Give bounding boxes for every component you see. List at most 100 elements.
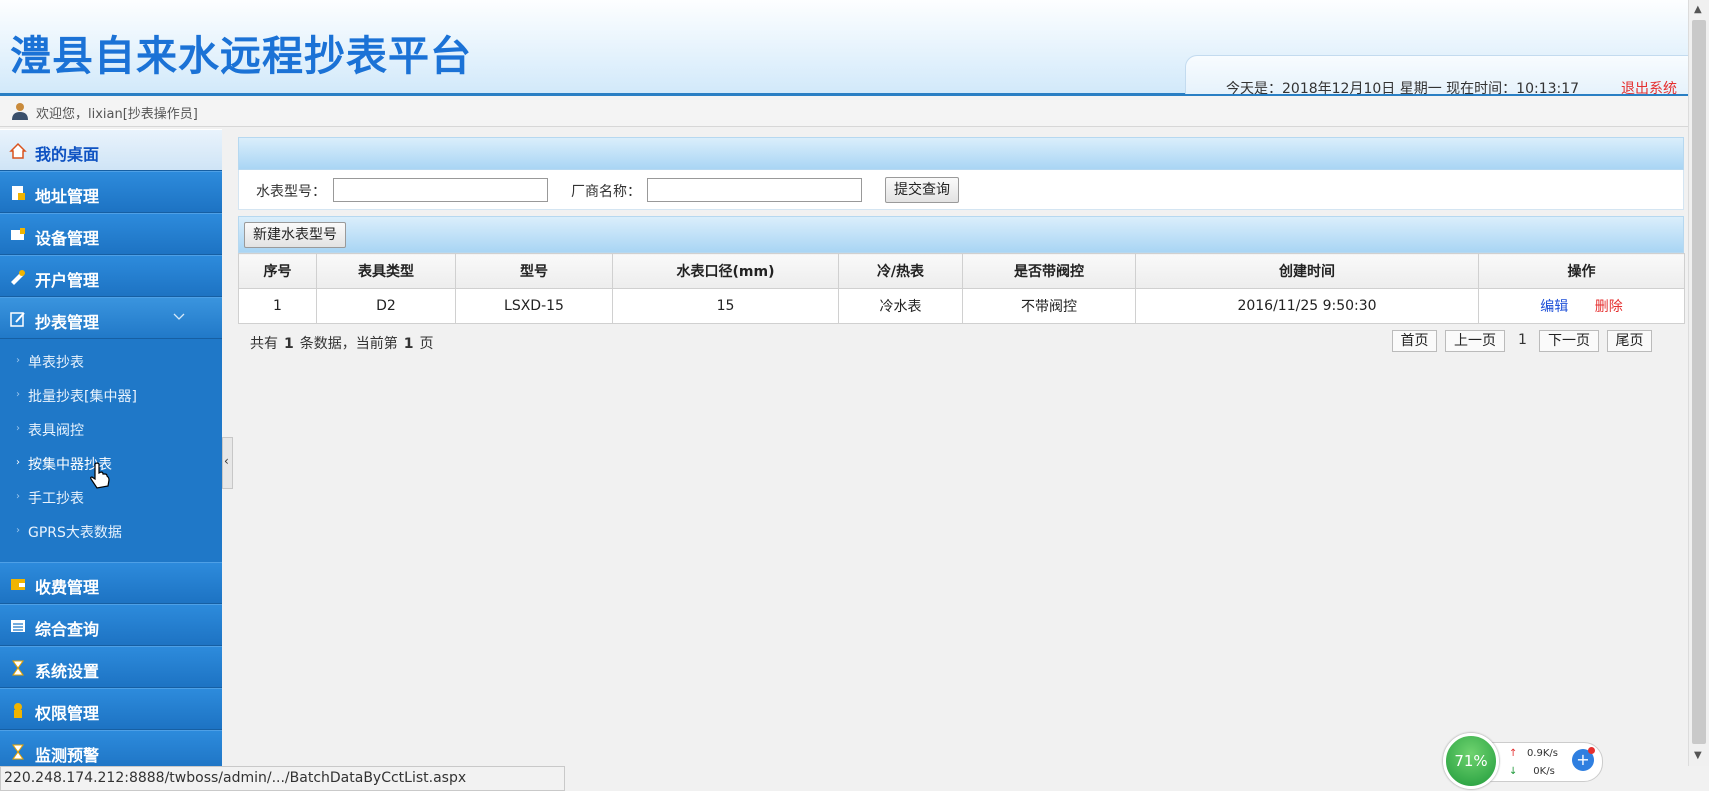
- sidebar-item-monitoring[interactable]: 监测预警: [0, 730, 222, 766]
- cell-index: 1: [238, 288, 317, 324]
- cell-created: 2016/11/25 9:50:30: [1135, 288, 1479, 324]
- last-page-button[interactable]: 尾页: [1607, 330, 1652, 352]
- chevron-right-icon: ›: [16, 457, 20, 468]
- network-monitor-widget[interactable]: 71% ↑ 0.9K/s ↓ 0K/s +: [1443, 733, 1603, 789]
- sidebar-item-devices[interactable]: 设备管理: [0, 213, 222, 255]
- browser-status-bar: 220.248.174.212:8888/twboss/admin/.../Ba…: [0, 766, 565, 791]
- submenu-item-valve[interactable]: › 表具阀控: [0, 413, 222, 445]
- scroll-down-icon[interactable]: ▼: [1694, 750, 1702, 761]
- document-icon: [12, 186, 25, 200]
- sidebar-item-label: 我的桌面: [35, 145, 100, 164]
- column-header: 冷/热表: [838, 253, 963, 289]
- meter-model-table: 序号 表具类型 型号 水表口径(mm) 冷/热表 是否带阀控 创建时间 操作 1…: [238, 253, 1685, 324]
- lock-icon: [14, 703, 22, 718]
- total-count: 1: [284, 336, 294, 352]
- sidebar-item-permissions[interactable]: 权限管理: [0, 688, 222, 730]
- column-header: 序号: [238, 253, 317, 289]
- search-form: 水表型号： 厂商名称： 提交查询: [238, 170, 1684, 210]
- scrollbar-thumb[interactable]: [1692, 20, 1706, 744]
- upload-speed-value: 0.9K/s: [1526, 748, 1558, 759]
- vendor-input[interactable]: [647, 178, 862, 202]
- chevron-right-icon: ›: [16, 389, 20, 400]
- usage-percent: 71%: [1454, 752, 1488, 770]
- vertical-scrollbar[interactable]: ▲ ▼: [1688, 0, 1709, 766]
- prev-page-button[interactable]: 上一页: [1445, 330, 1505, 352]
- submenu-item-concentrator[interactable]: › 按集中器抄表: [0, 447, 222, 479]
- table-header-row: 序号 表具类型 型号 水表口径(mm) 冷/热表 是否带阀控 创建时间 操作: [238, 253, 1685, 289]
- memory-usage-ball[interactable]: 71%: [1443, 733, 1499, 789]
- next-page-button[interactable]: 下一页: [1539, 330, 1599, 352]
- sidebar-item-label: 开户管理: [35, 271, 100, 290]
- logout-link[interactable]: 退出系统: [1621, 78, 1677, 98]
- chevron-down-icon: [173, 313, 185, 320]
- summary-mid: 条数据，当前第: [299, 336, 398, 352]
- app-title: 澧县自来水远程抄表平台: [10, 32, 472, 80]
- delete-link[interactable]: 删除: [1595, 299, 1623, 315]
- submit-query-button[interactable]: 提交查询: [885, 177, 959, 203]
- new-meter-model-button[interactable]: 新建水表型号: [244, 222, 346, 248]
- sidebar-item-settings[interactable]: 系统设置: [0, 646, 222, 688]
- edit-icon: [10, 312, 25, 327]
- app-header: 澧县自来水远程抄表平台 今天是：2018年12月10日 星期一 现在时间：10:…: [0, 0, 1689, 97]
- upload-speed: ↑ 0.9K/s: [1509, 748, 1558, 759]
- table-toolbar: 新建水表型号: [238, 216, 1684, 253]
- chevron-right-icon: ›: [16, 355, 20, 366]
- sidebar-item-billing[interactable]: 收费管理: [0, 562, 222, 604]
- cell-caliber: 15: [612, 288, 839, 324]
- summary-suffix: 页: [419, 336, 434, 352]
- column-header: 创建时间: [1135, 253, 1479, 289]
- sidebar-item-label: 监测预警: [35, 746, 100, 765]
- sidebar-item-label: 地址管理: [35, 187, 100, 206]
- cell-type: D2: [316, 288, 456, 324]
- hand-cursor-icon: [90, 462, 110, 489]
- sidebar-item-label: 收费管理: [35, 578, 100, 597]
- vendor-label: 厂商名称：: [571, 184, 641, 200]
- sidebar-item-query[interactable]: 综合查询: [0, 604, 222, 646]
- submenu-item-single[interactable]: › 单表抄表: [0, 345, 222, 377]
- submenu-item-label: 手工抄表: [28, 491, 84, 507]
- pagination-summary: 共有 1 条数据，当前第 1 页: [250, 333, 434, 353]
- sidebar-item-label: 系统设置: [35, 662, 100, 681]
- sidebar-item-meter-reading[interactable]: 抄表管理: [0, 297, 222, 339]
- sidebar-item-desktop[interactable]: 我的桌面: [0, 129, 222, 171]
- cell-valve: 不带阀控: [962, 288, 1136, 324]
- first-page-button[interactable]: 首页: [1392, 330, 1437, 352]
- sidebar-item-account[interactable]: 开户管理: [0, 255, 222, 297]
- user-icon: [12, 103, 28, 120]
- page-number[interactable]: 1: [1518, 332, 1527, 348]
- sidebar-item-address[interactable]: 地址管理: [0, 171, 222, 213]
- status-url: 220.248.174.212:8888/twboss/admin/.../Ba…: [4, 770, 467, 786]
- current-page-number: 1: [403, 336, 414, 352]
- submenu-meter-reading: › 单表抄表 › 批量抄表[集中器] › 表具阀控 › 按集中器抄表 › 手工抄…: [0, 343, 222, 562]
- notification-dot: [1588, 747, 1595, 754]
- welcome-text: 欢迎您，lixian[抄表操作员]: [36, 107, 198, 122]
- sidebar-item-label: 综合查询: [35, 620, 100, 639]
- sidebar-collapse-handle[interactable]: ‹: [222, 437, 233, 489]
- date-tab: 今天是：2018年12月10日 星期一 现在时间：10:13:17 退出系统: [1185, 55, 1689, 97]
- submenu-item-batch[interactable]: › 批量抄表[集中器]: [0, 379, 222, 411]
- download-speed-value: 0K/s: [1533, 766, 1555, 777]
- submenu-item-manual[interactable]: › 手工抄表: [0, 481, 222, 513]
- welcome-bar: 欢迎您，lixian[抄表操作员]: [0, 96, 1688, 127]
- submenu-item-label: 单表抄表: [28, 355, 84, 371]
- cell-actions: 编辑 删除: [1478, 288, 1685, 324]
- scroll-up-icon[interactable]: ▲: [1694, 4, 1702, 15]
- meter-model-input[interactable]: [333, 178, 548, 202]
- summary-prefix: 共有: [250, 336, 278, 352]
- sidebar: 我的桌面 地址管理 设备管理 开户管理 抄表管理 › 单表抄表 › 批量抄表[集…: [0, 129, 222, 766]
- chevron-right-icon: ›: [16, 423, 20, 434]
- sidebar-item-label: 权限管理: [35, 704, 100, 723]
- submenu-item-label: 表具阀控: [28, 423, 84, 439]
- account-icon: [11, 270, 25, 285]
- chevron-right-icon: ›: [16, 491, 20, 502]
- meter-model-label: 水表型号：: [256, 184, 326, 200]
- edit-link[interactable]: 编辑: [1540, 299, 1568, 315]
- pagination-controls: 首页 上一页 1 下一页 尾页: [1392, 330, 1677, 352]
- device-icon: [11, 228, 25, 240]
- column-header: 操作: [1478, 253, 1685, 289]
- sidebar-item-label: 抄表管理: [35, 313, 100, 332]
- column-header: 是否带阀控: [962, 253, 1136, 289]
- submenu-item-gprs[interactable]: › GPRS大表数据: [0, 515, 222, 547]
- current-datetime: 今天是：2018年12月10日 星期一 现在时间：10:13:17: [1226, 81, 1580, 97]
- wallet-icon: [11, 579, 25, 590]
